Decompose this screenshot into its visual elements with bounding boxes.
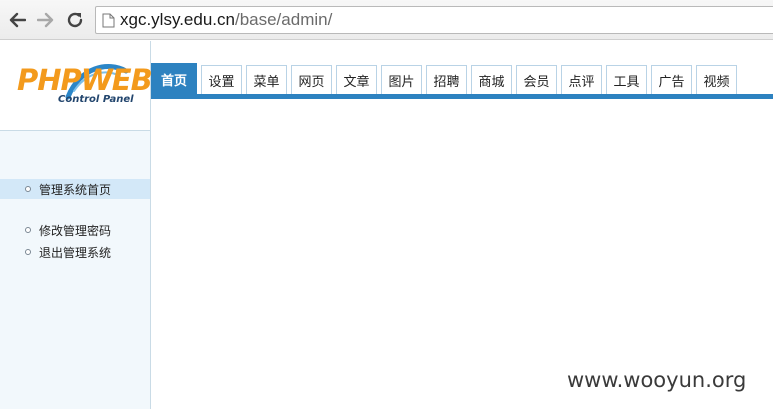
tab-shop[interactable]: 商城 [471,65,512,95]
tab-menu[interactable]: 菜单 [246,65,287,95]
watermark: www.wooyun.org [567,368,747,392]
bullet-icon [25,186,31,192]
sidebar-item-logout[interactable]: 退出管理系统 [0,242,150,262]
tab-articles[interactable]: 文章 [336,65,377,95]
tab-images[interactable]: 图片 [381,65,422,95]
tab-bar-underline [151,94,773,99]
bullet-icon [25,249,31,255]
sidebar-item-change-password[interactable]: 修改管理密码 [0,220,150,240]
forward-arrow-icon[interactable] [35,9,57,31]
tab-pages[interactable]: 网页 [291,65,332,95]
back-arrow-icon[interactable] [6,9,28,31]
tab-recruit[interactable]: 招聘 [426,65,467,95]
tab-tools[interactable]: 工具 [606,65,647,95]
url-host: xgc.ylsy.edu.cn [120,10,235,29]
address-bar[interactable]: xgc.ylsy.edu.cn/base/admin/ [95,6,773,34]
sidebar-item-label: 退出管理系统 [39,245,112,260]
tab-home[interactable]: 首页 [151,63,197,95]
module-tab-bar: 首页 设置 菜单 网页 文章 图片 招聘 商城 会员 点评 工具 广告 视频 [151,63,773,100]
sidebar-item-label: 管理系统首页 [39,182,112,197]
sidebar-item-label: 修改管理密码 [39,223,112,238]
page-icon [102,13,115,28]
tab-reviews[interactable]: 点评 [561,65,602,95]
sidebar-item-admin-home[interactable]: 管理系统首页 [0,179,150,199]
tab-ads[interactable]: 广告 [651,65,692,95]
reload-icon[interactable] [64,9,86,31]
browser-toolbar: xgc.ylsy.edu.cn/base/admin/ [0,0,773,40]
url-path: /base/admin/ [234,10,333,29]
tab-settings[interactable]: 设置 [201,65,242,95]
logo[interactable]: PHPWEB Control Panel [0,41,153,131]
logo-wordmark: PHPWEB [17,63,153,97]
tab-video[interactable]: 视频 [696,65,737,95]
url-text: xgc.ylsy.edu.cn/base/admin/ [120,10,332,30]
bullet-icon [25,227,31,233]
sidebar: PHPWEB Control Panel 管理系统首页 修改管理密码 退出管理系… [0,41,153,409]
tab-members[interactable]: 会员 [516,65,557,95]
logo-subtitle: Control Panel [58,94,134,105]
